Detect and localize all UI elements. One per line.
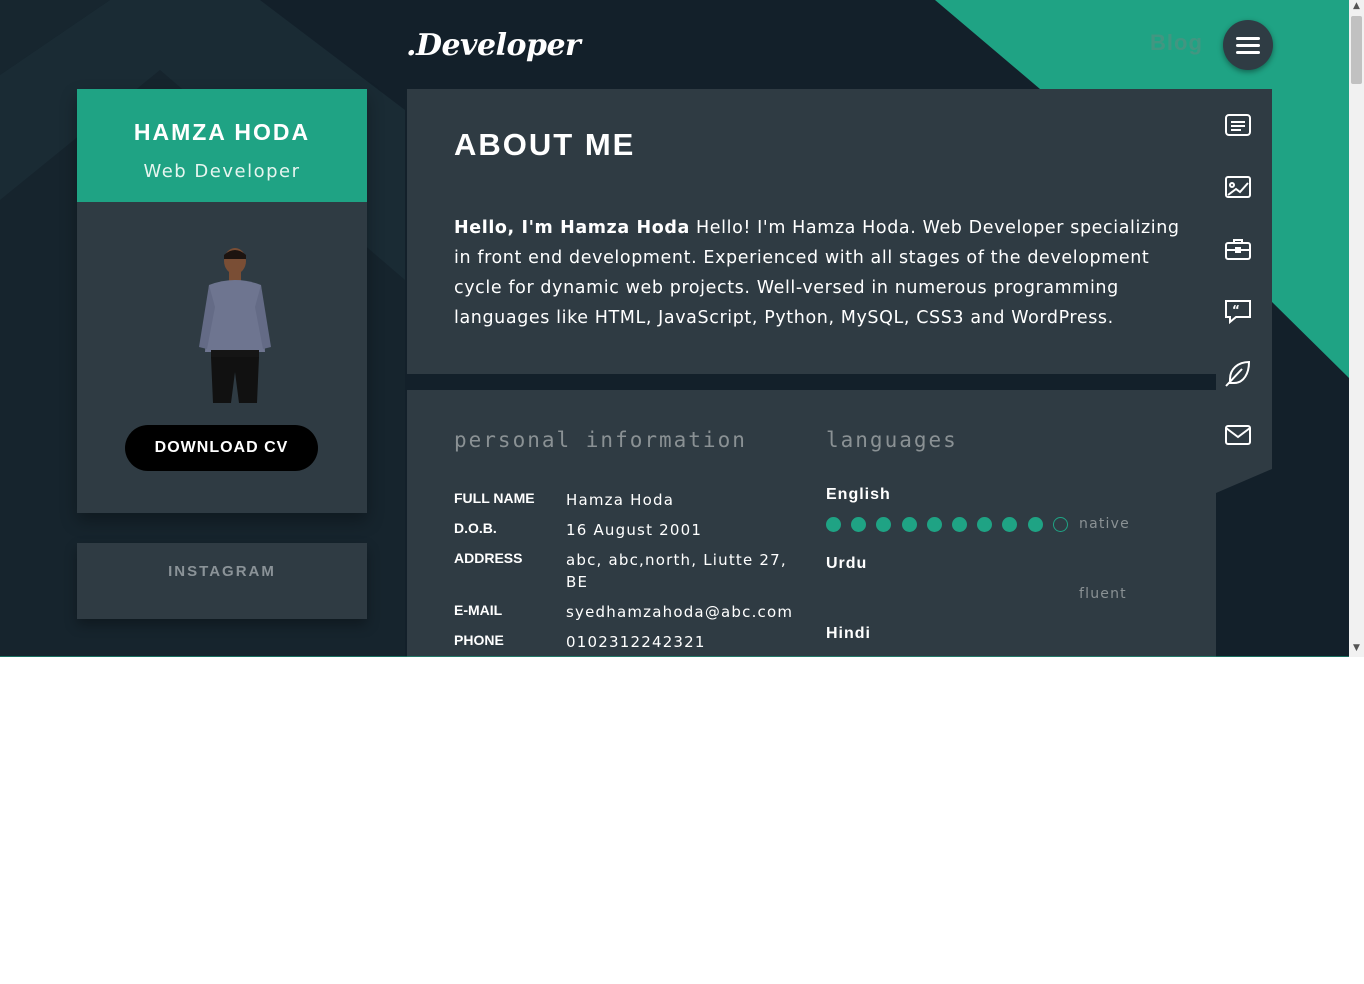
rating-dot <box>901 517 917 532</box>
portfolio-image-icon[interactable] <box>1224 173 1252 201</box>
scroll-up-icon[interactable]: ▲ <box>1352 2 1361 11</box>
rating-dot <box>1052 517 1068 532</box>
info-value: 0102312242321 <box>566 633 706 651</box>
personal-info-title: personal information <box>454 428 747 452</box>
languages-title: languages <box>826 428 958 452</box>
profile-card: HAMZA HODA Web Developer DOWNLOAD CV <box>77 89 367 513</box>
info-key: ADDRESS <box>454 550 523 566</box>
side-nav: “ <box>1216 89 1272 493</box>
rating-dot <box>851 517 867 532</box>
briefcase-icon[interactable] <box>1224 235 1252 263</box>
rating-dot <box>977 517 993 532</box>
rating-dot <box>1027 517 1043 532</box>
site-logo[interactable]: .Developer <box>406 28 581 63</box>
page-viewport: .Developer Blog HAMZA HODA Web Developer… <box>0 0 1349 657</box>
info-value: Hamza Hoda <box>566 491 675 509</box>
info-card: personal information languages FULL NAME… <box>407 390 1216 657</box>
rating-dot <box>876 517 892 532</box>
info-key: D.O.B. <box>454 520 497 536</box>
rating-dot <box>1002 517 1018 532</box>
about-intro: Hello, I'm Hamza Hoda <box>454 218 690 238</box>
about-card: ABOUT ME Hello, I'm Hamza Hoda Hello! I'… <box>407 89 1272 374</box>
info-value: abc, abc,north, Liutte 27, BE <box>566 551 787 591</box>
quote-bubble-icon[interactable]: “ <box>1224 297 1252 325</box>
scrollbar[interactable]: ▲ ▼ <box>1349 0 1364 657</box>
menu-button[interactable] <box>1223 20 1273 70</box>
language-level-urdu: fluent <box>1079 586 1127 602</box>
language-level-english: native <box>1079 516 1130 532</box>
about-heading: ABOUT ME <box>454 127 636 162</box>
profile-header: HAMZA HODA Web Developer <box>77 89 367 202</box>
avatar <box>191 247 279 403</box>
language-name-hindi: Hindi <box>826 625 871 642</box>
info-key: E-MAIL <box>454 602 503 618</box>
download-cv-button[interactable]: DOWNLOAD CV <box>125 425 318 471</box>
instagram-label: INSTAGRAM <box>168 563 276 580</box>
info-value: 16 August 2001 <box>566 521 703 539</box>
scroll-down-icon[interactable]: ▼ <box>1352 644 1361 653</box>
page-fold-line <box>0 656 1349 657</box>
profile-name: HAMZA HODA <box>133 119 311 145</box>
info-value[interactable]: syedhamzahoda@abc.com <box>566 601 806 623</box>
rating-dot <box>926 517 942 532</box>
rating-dot <box>952 517 967 532</box>
about-text: Hello, I'm Hamza Hoda Hello! I'm Hamza H… <box>454 213 1184 333</box>
envelope-icon[interactable] <box>1224 421 1252 449</box>
svg-text:“: “ <box>1232 303 1240 317</box>
feather-icon[interactable] <box>1224 359 1252 387</box>
profile-title: Web Developer <box>143 161 301 182</box>
scroll-thumb[interactable] <box>1351 16 1362 84</box>
blog-link[interactable]: Blog <box>1150 30 1203 56</box>
info-key: FULL NAME <box>454 490 535 506</box>
language-name-urdu: Urdu <box>826 555 868 572</box>
resume-card-icon[interactable] <box>1224 111 1252 139</box>
info-key: PHONE <box>454 632 504 648</box>
language-name-english: English <box>826 486 891 503</box>
rating-dot <box>826 517 841 532</box>
instagram-card[interactable]: INSTAGRAM <box>77 543 367 619</box>
